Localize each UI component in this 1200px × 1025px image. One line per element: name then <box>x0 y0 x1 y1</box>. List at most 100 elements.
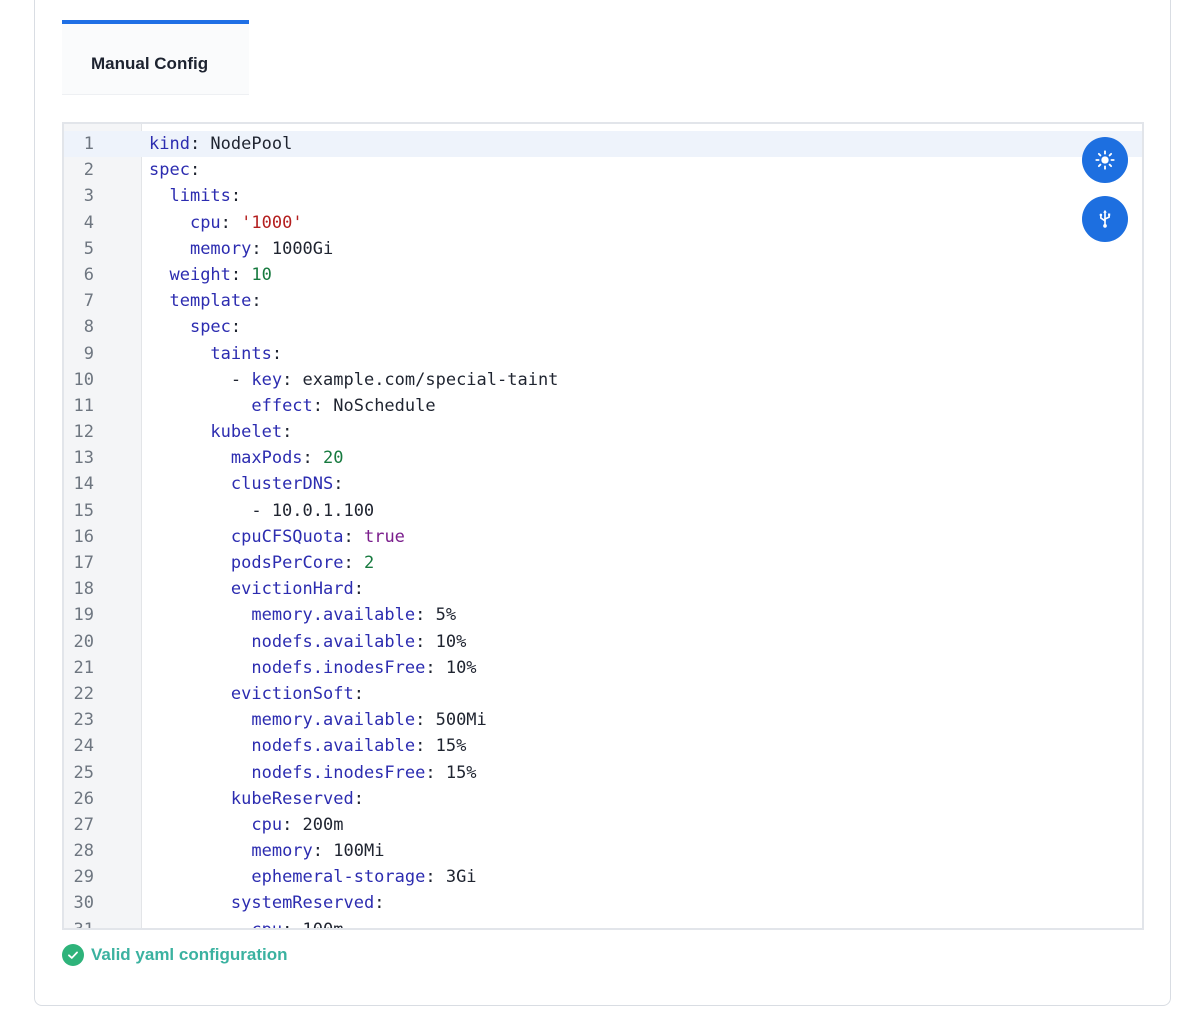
code-token: : <box>282 422 293 443</box>
line-code: cpuCFSQuota: true <box>149 524 405 550</box>
code-line[interactable]: 25 nodefs.inodesFree: 15% <box>64 760 1142 786</box>
line-number: 6 <box>83 264 94 285</box>
code-line[interactable]: 13 maxPods: 20 <box>64 445 1142 471</box>
line-code: evictionHard: <box>149 576 364 602</box>
line-code: taints: <box>149 341 282 367</box>
code-line[interactable]: 30 systemReserved: <box>64 890 1142 916</box>
line-code: memory: 100Mi <box>149 838 384 864</box>
yaml-editor[interactable]: 1 kind: NodePool 2 spec: 3 limits: 4 cpu: '10… <box>62 122 1144 930</box>
line-code: effect: NoSchedule <box>149 393 436 419</box>
line-number: 4 <box>83 212 94 233</box>
code-token: weight <box>169 264 231 285</box>
line-number: 19 <box>73 605 94 626</box>
usb-button[interactable] <box>1082 196 1128 242</box>
line-number: 15 <box>73 500 94 521</box>
code-line[interactable]: 2 spec: <box>64 157 1142 183</box>
code-token: 10 <box>251 264 272 285</box>
code-token: : 100m <box>282 919 344 930</box>
code-token: : 10% <box>425 657 477 678</box>
line-number: 30 <box>73 893 94 914</box>
sun-icon <box>1095 150 1115 170</box>
tab-manual-config[interactable]: Manual Config <box>62 20 249 94</box>
code-line[interactable]: 26 kubeReserved: <box>64 786 1142 812</box>
validation-status: Valid yaml configuration <box>62 944 287 966</box>
line-number: 9 <box>83 343 94 364</box>
code-line[interactable]: 1 kind: NodePool <box>64 131 1142 157</box>
validation-message: Valid yaml configuration <box>91 945 288 964</box>
code-line[interactable]: 19 memory.available: 5% <box>64 602 1142 628</box>
code-token: kind <box>149 134 190 154</box>
code-token: template <box>169 291 252 312</box>
code-token: '1000' <box>241 212 303 233</box>
code-line[interactable]: 14 clusterDNS: <box>64 471 1142 497</box>
code-line[interactable]: 15 - 10.0.1.100 <box>64 498 1142 524</box>
code-token: taints <box>210 343 272 364</box>
code-token: : <box>271 343 283 364</box>
line-code: podsPerCore: 2 <box>149 550 374 576</box>
code-line[interactable]: 4 cpu: '1000' <box>64 210 1142 236</box>
code-line[interactable]: 7 template: <box>64 288 1142 314</box>
code-line[interactable]: 24 nodefs.available: 15% <box>64 733 1142 759</box>
code-line[interactable]: 16 cpuCFSQuota: true <box>64 524 1142 550</box>
code-token: nodefs.inodesFree <box>251 657 426 678</box>
code-token: cpu <box>189 212 221 233</box>
code-line[interactable]: 23 memory.available: 500Mi <box>64 707 1142 733</box>
code-line[interactable]: 21 nodefs.inodesFree: 10% <box>64 655 1142 681</box>
line-number: 13 <box>73 448 94 469</box>
code-token: maxPods <box>230 448 303 469</box>
theme-toggle-button[interactable] <box>1082 137 1128 183</box>
code-line[interactable]: 22 evictionSoft: <box>64 681 1142 707</box>
code-line[interactable]: 11 effect: NoSchedule <box>64 393 1142 419</box>
check-circle-icon <box>62 944 84 966</box>
code-line[interactable]: 28 memory: 100Mi <box>64 838 1142 864</box>
line-code: memory: 1000Gi <box>149 236 333 262</box>
code-line[interactable]: 8 spec: <box>64 314 1142 340</box>
code-token: podsPerCore <box>230 553 344 573</box>
code-line[interactable]: 6 weight: 10 <box>64 262 1142 288</box>
code-token: : NoSchedule <box>312 395 436 416</box>
usb-icon <box>1099 209 1111 228</box>
code-line[interactable]: 5 memory: 1000Gi <box>64 236 1142 262</box>
code-line[interactable]: 12 kubelet: <box>64 419 1142 445</box>
line-code: nodefs.inodesFree: 15% <box>149 760 476 786</box>
code-token: : <box>333 474 344 495</box>
code-line[interactable]: 3 limits: <box>64 183 1142 209</box>
code-line[interactable]: 17 podsPerCore: 2 <box>64 550 1142 576</box>
code-line[interactable]: 27 cpu: 200m <box>64 812 1142 838</box>
code-token: memory.available <box>251 605 416 626</box>
code-token: : <box>230 264 252 285</box>
code-line[interactable]: 20 nodefs.available: 10% <box>64 629 1142 655</box>
code-token: : <box>251 291 262 312</box>
line-code: nodefs.available: 15% <box>149 733 466 759</box>
code-token: : <box>189 160 201 181</box>
line-code: evictionSoft: <box>149 681 364 707</box>
code-line[interactable]: 31 cpu: 100m <box>64 917 1142 930</box>
code-line[interactable]: 29 ephemeral-storage: 3Gi <box>64 864 1142 890</box>
code-token: : 500Mi <box>415 710 487 731</box>
code-line[interactable]: 18 evictionHard: <box>64 576 1142 602</box>
line-code: weight: 10 <box>149 262 272 288</box>
code-line[interactable]: 9 taints: <box>64 341 1142 367</box>
line-code: clusterDNS: <box>149 471 344 497</box>
code-token: cpu <box>251 814 283 835</box>
code-token: true <box>363 526 405 547</box>
code-token: 20 <box>323 448 344 469</box>
code-token: evictionSoft <box>230 683 354 704</box>
code-line[interactable]: 10 - key: example.com/special-taint <box>64 367 1142 393</box>
code-token: key <box>251 369 283 390</box>
line-number: 26 <box>73 788 94 809</box>
code-token: : 15% <box>415 736 467 757</box>
line-number: 29 <box>73 867 94 888</box>
line-code: kind: NodePool <box>149 131 292 157</box>
line-code: spec: <box>149 157 200 183</box>
